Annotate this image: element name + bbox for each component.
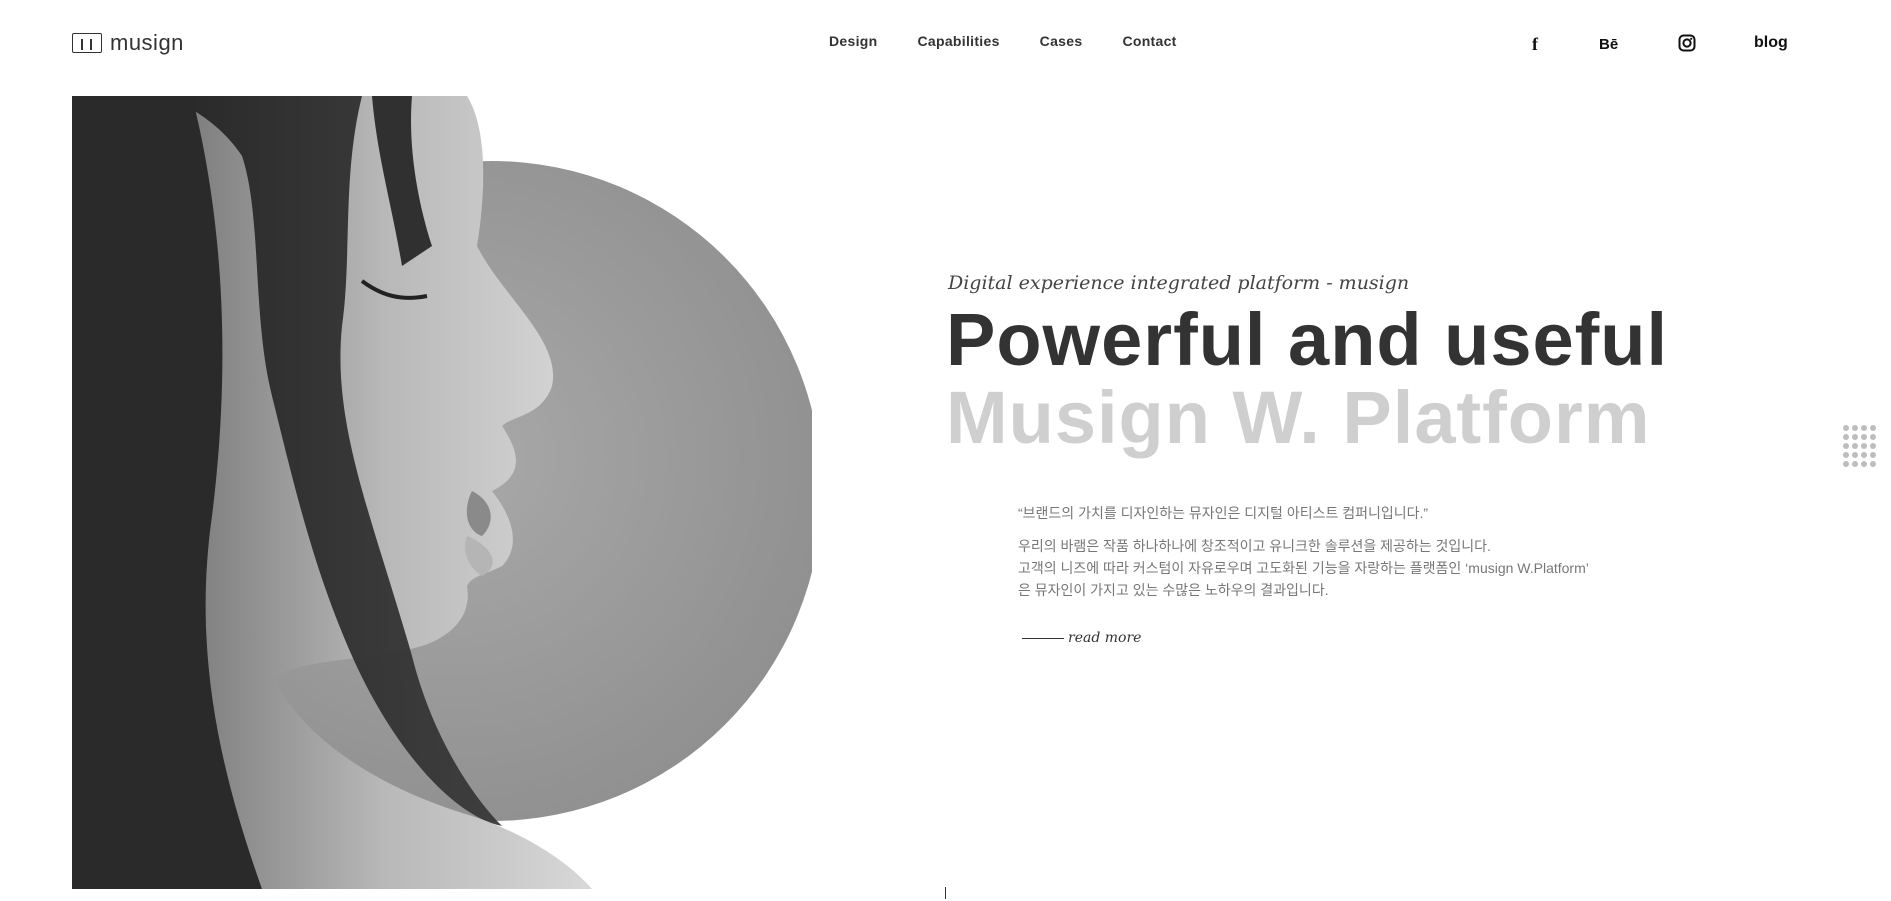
nav-item-design[interactable]: Design	[829, 33, 877, 49]
read-more-label: read more	[1068, 630, 1142, 646]
scroll-indicator	[945, 887, 946, 899]
hero-quote: “브랜드의 가치를 디자인하는 뮤자인은 디지털 아티스트 컴퍼니입니다.”	[1018, 505, 1429, 521]
read-more-link[interactable]: read more	[1022, 630, 1141, 646]
behance-icon[interactable]: Bē	[1599, 36, 1618, 53]
logo[interactable]: musign	[72, 30, 184, 56]
facebook-icon[interactable]: f	[1532, 34, 1538, 55]
nav-item-cases[interactable]: Cases	[1040, 33, 1083, 49]
hero-portrait-image	[72, 96, 812, 889]
site-header: musign Design Capabilities Cases Contact…	[0, 0, 1891, 88]
hero-description: 우리의 바램은 작품 하나하나에 창조적이고 유니크한 솔루션을 제공하는 것입…	[1018, 535, 1638, 601]
description-line: 우리의 바램은 작품 하나하나에 창조적이고 유니크한 솔루션을 제공하는 것입…	[1018, 538, 1491, 554]
blog-link[interactable]: blog	[1754, 34, 1788, 52]
instagram-icon[interactable]	[1678, 34, 1696, 57]
nav-item-contact[interactable]: Contact	[1122, 33, 1176, 49]
logo-text: musign	[110, 30, 184, 55]
read-more-line	[1022, 637, 1064, 639]
logo-mark-icon	[72, 33, 102, 53]
description-line: 은 뮤자인이 가지고 있는 수많은 노하우의 결과입니다.	[1018, 582, 1329, 598]
main-nav: Design Capabilities Cases Contact	[829, 33, 1177, 49]
description-line: 고객의 니즈에 따라 커스텀이 자유로우며 고도화된 기능을 자랑하는 플랫폼인…	[1018, 560, 1589, 576]
hero-subtitle: Digital experience integrated platform -…	[948, 272, 1410, 294]
dot-grid-menu-icon[interactable]	[1843, 425, 1876, 467]
nav-item-capabilities[interactable]: Capabilities	[917, 33, 999, 49]
hero-headline-line2: Musign W. Platform	[946, 376, 1651, 459]
hero-headline-line1: Powerful and useful	[946, 298, 1669, 381]
